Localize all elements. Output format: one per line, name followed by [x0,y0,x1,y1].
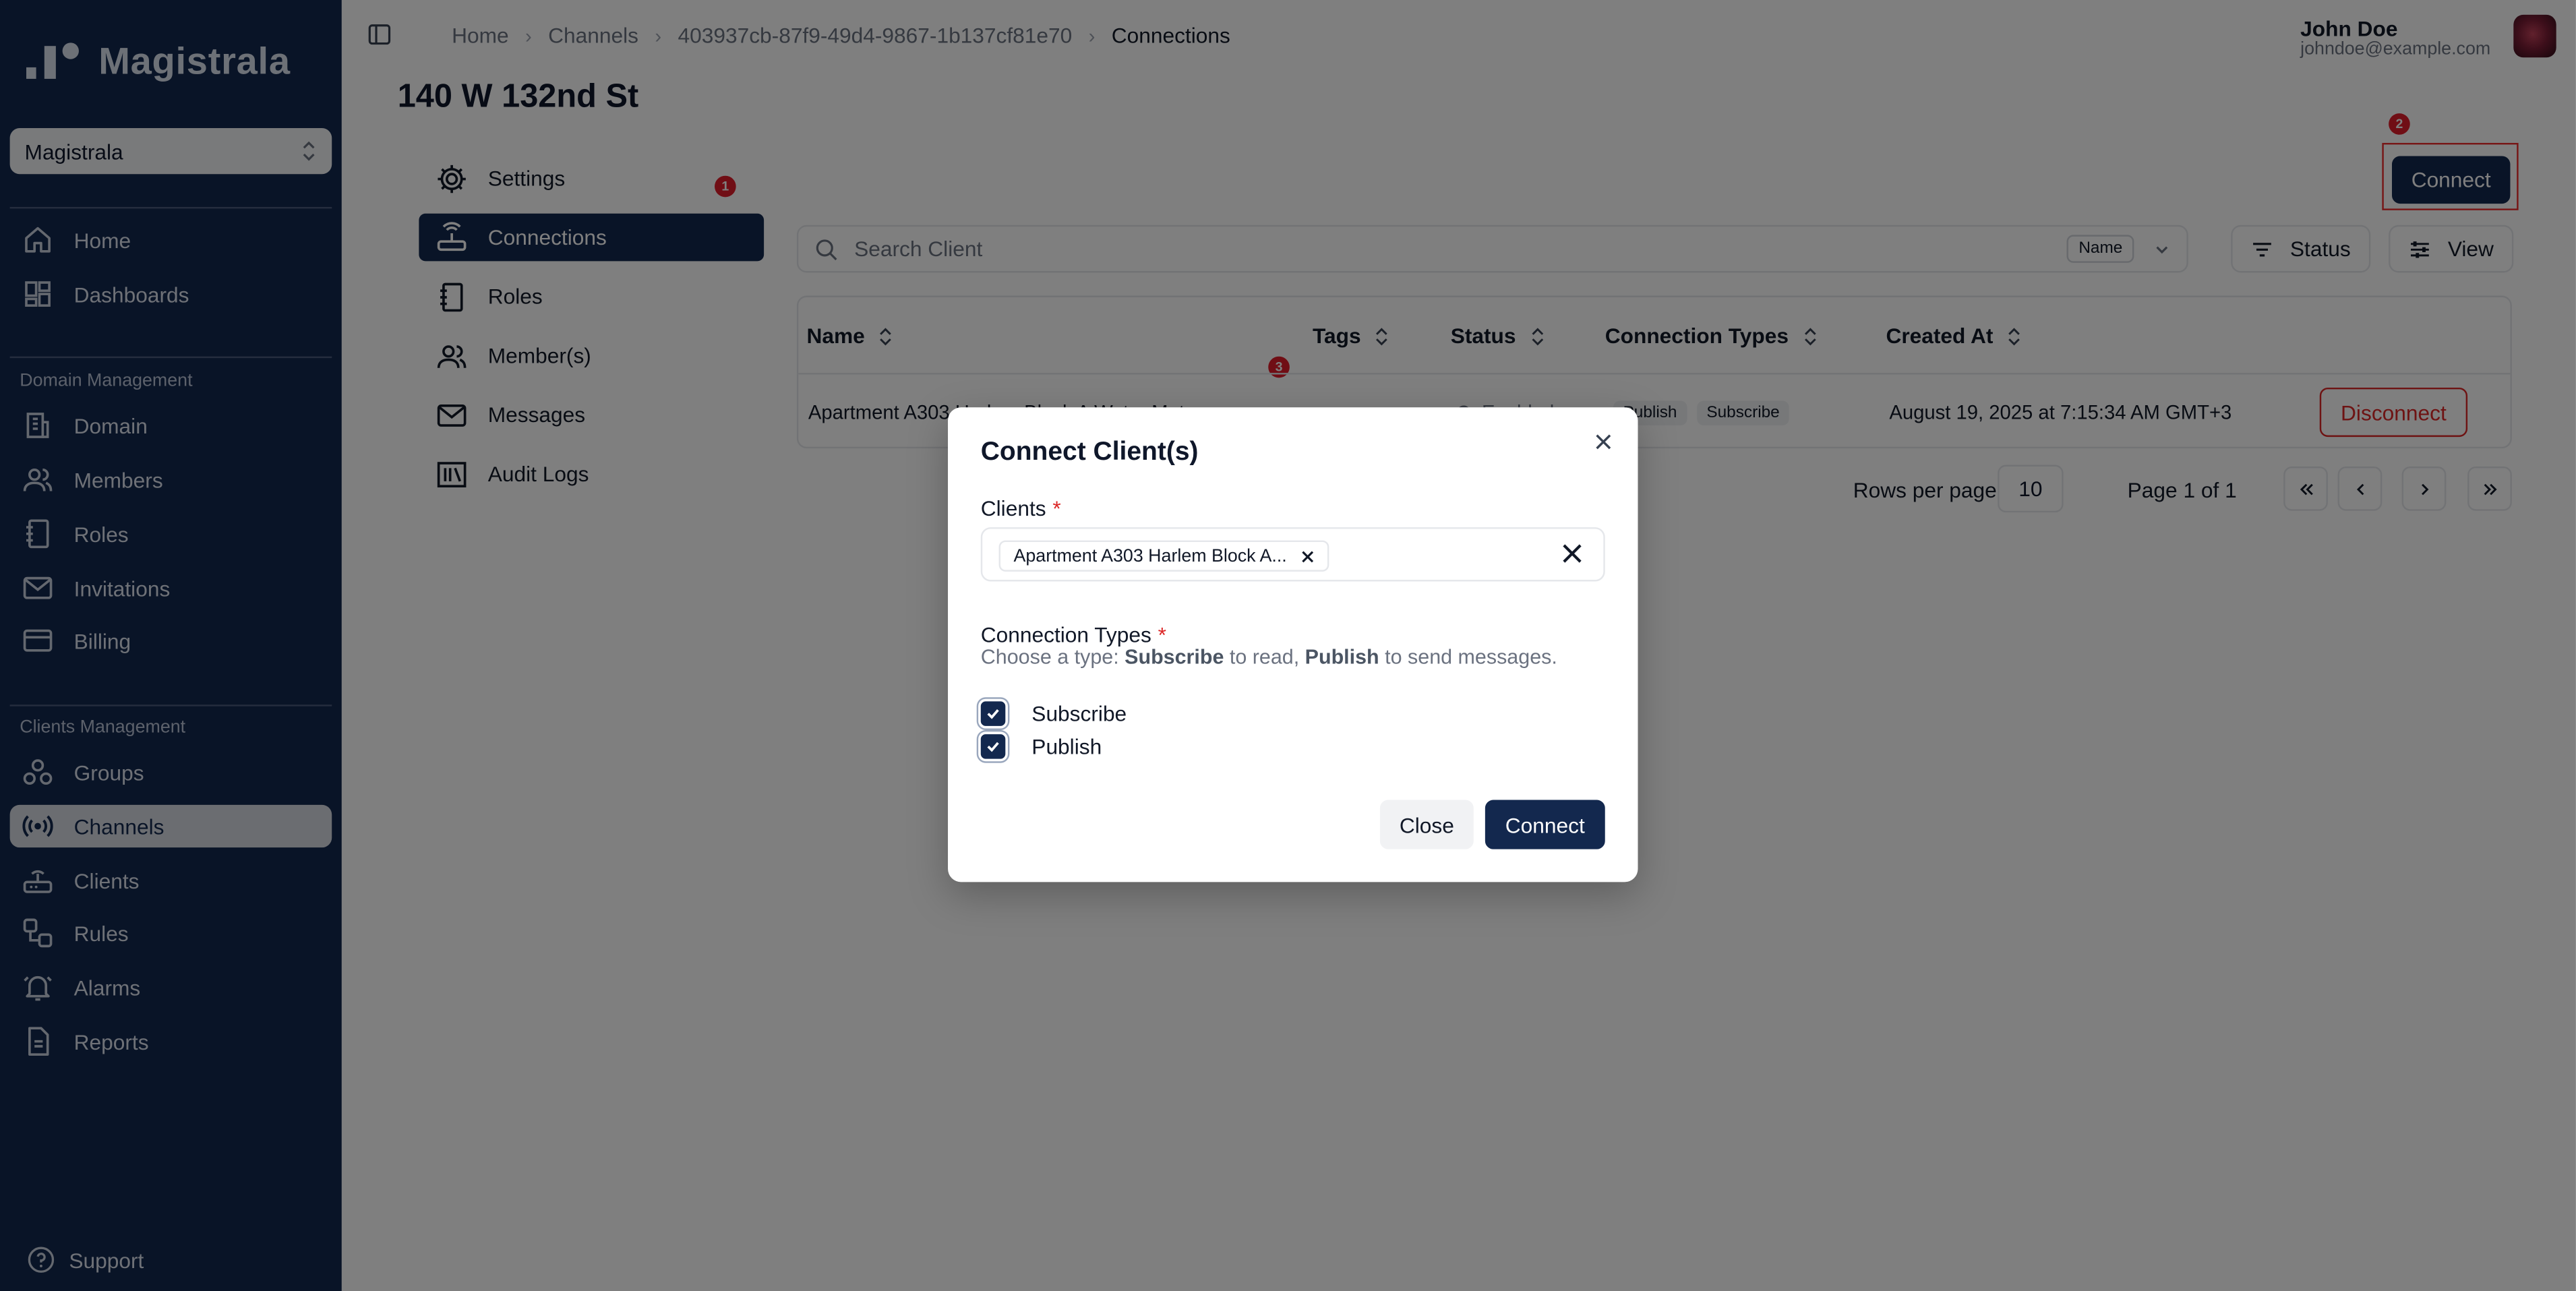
hint-publish: Publish [1305,645,1379,669]
selected-client-tag: Apartment A303 Harlem Block A... [998,540,1330,572]
check-icon [987,709,999,719]
connect-clients-dialog: Connect Client(s) Clients * Apartment A30… [948,407,1638,882]
option-publish[interactable]: Publish [980,734,1102,759]
hint-subscribe: Subscribe [1125,645,1224,669]
close-icon [1563,544,1582,563]
clients-label-text: Clients [980,496,1046,521]
hint-text: to send messages. [1379,645,1557,669]
dialog-title: Connect Client(s) [980,438,1199,467]
subscribe-checkbox[interactable] [980,701,1006,726]
connection-types-label-text: Connection Types [980,622,1151,647]
dialog-connect-button[interactable]: Connect [1485,800,1605,849]
connection-types-label: Connection Types * [981,622,1166,647]
subscribe-label: Subscribe [1031,701,1127,726]
required-mark: * [1158,622,1166,647]
publish-label: Publish [1031,734,1102,759]
close-icon [1596,434,1611,450]
clients-multiselect[interactable]: Apartment A303 Harlem Block A... [980,527,1605,582]
close-button[interactable]: Close [1379,800,1474,849]
hint-text: to read, [1224,645,1305,669]
clients-label: Clients * [981,496,1061,521]
option-subscribe[interactable]: Subscribe [980,701,1127,726]
dialog-close-button[interactable] [1594,430,1613,460]
remove-tag-icon[interactable] [1302,549,1315,562]
hint-text: Choose a type: [980,645,1125,669]
publish-checkbox[interactable] [980,734,1006,759]
selected-client-label: Apartment A303 Harlem Block A... [1013,546,1287,566]
check-icon [987,742,999,752]
required-mark: * [1052,496,1061,521]
clear-selection-button[interactable] [1561,542,1584,573]
connection-types-hint: Choose a type: Subscribe to read, Publis… [981,646,1557,669]
